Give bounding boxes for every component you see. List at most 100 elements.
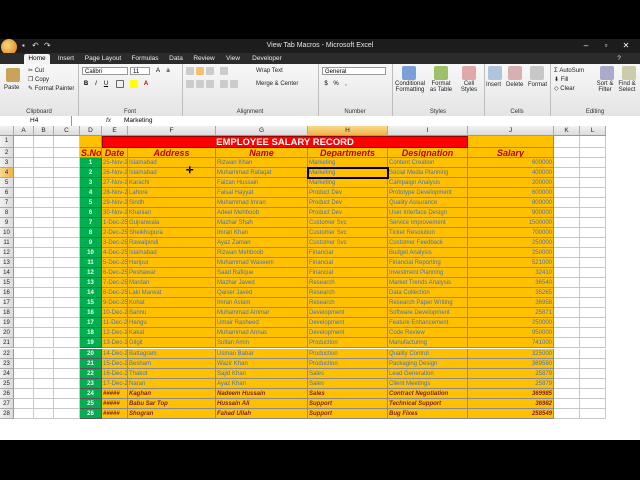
cell-sno-17[interactable]: 15 (80, 298, 102, 309)
cell-l7[interactable] (580, 197, 606, 208)
sort-filter-button[interactable]: Sort & Filter (594, 81, 616, 93)
cell-k1[interactable] (554, 136, 580, 148)
cell-department-18[interactable]: Development (308, 308, 388, 319)
fill-button[interactable]: ⬇ Fill (554, 76, 568, 84)
cell-j1[interactable] (468, 136, 554, 148)
row-header-24[interactable]: 24 (0, 368, 14, 379)
cell-b2[interactable] (34, 147, 54, 158)
cell-designation-22[interactable]: Quality Control (388, 348, 468, 359)
cell-sno-16[interactable]: 14 (80, 288, 102, 299)
column-header-f[interactable]: F (128, 126, 216, 136)
cell-name-23[interactable]: Wazir Khan (216, 358, 308, 369)
header-date[interactable]: Date (102, 147, 128, 158)
cell-department-20[interactable]: Development (308, 328, 388, 339)
cell-a19[interactable] (14, 318, 34, 329)
cell-name-3[interactable]: Rizwan Khan (216, 157, 308, 168)
cell-department-27[interactable]: Support (308, 398, 388, 409)
cell-salary-27[interactable]: 36982 (468, 398, 554, 409)
cell-sno-19[interactable]: 17 (80, 318, 102, 329)
cell-a13[interactable] (14, 258, 34, 269)
cell-k6[interactable] (554, 187, 580, 198)
cell-address-23[interactable]: Besham (128, 358, 216, 369)
select-all-corner[interactable] (0, 126, 14, 136)
cell-salary-21[interactable]: 741000 (468, 338, 554, 349)
cell-a4[interactable] (14, 167, 34, 178)
cell-name-20[interactable]: Muhammad Annas (216, 328, 308, 339)
cell-department-7[interactable]: Product Dev (308, 197, 388, 208)
cell-c6[interactable] (54, 187, 80, 198)
cell-l3[interactable] (580, 157, 606, 168)
cell-a25[interactable] (14, 378, 34, 389)
cell-department-26[interactable]: Sales (308, 388, 388, 399)
cell-c14[interactable] (54, 268, 80, 279)
cell-salary-25[interactable]: 25879 (468, 378, 554, 389)
cell-department-8[interactable]: Product Dev (308, 207, 388, 218)
cell-designation-21[interactable]: Manufacturing (388, 338, 468, 349)
cell-b11[interactable] (34, 237, 54, 248)
cell-a8[interactable] (14, 207, 34, 218)
cell-c5[interactable] (54, 177, 80, 188)
cell-k26[interactable] (554, 388, 580, 399)
cell-sno-18[interactable]: 16 (80, 308, 102, 319)
header-departments[interactable]: Departments (308, 147, 388, 158)
cell-b10[interactable] (34, 227, 54, 238)
tab-insert[interactable]: Insert (54, 54, 78, 64)
fx-icon[interactable]: fx (106, 116, 120, 126)
cell-date-20[interactable]: 12-Dec-25 (102, 328, 128, 339)
cell-b25[interactable] (34, 378, 54, 389)
cell-department-19[interactable]: Development (308, 318, 388, 329)
cell-a5[interactable] (14, 177, 34, 188)
row-header-12[interactable]: 12 (0, 248, 14, 259)
comma-icon[interactable]: , (342, 80, 350, 88)
wrap-text-button[interactable]: Wrap Text (256, 67, 283, 75)
align-middle-icon[interactable] (196, 67, 204, 75)
row-header-3[interactable]: 3 (0, 157, 14, 168)
cell-name-8[interactable]: Adeel Mehboob (216, 207, 308, 218)
cell-date-7[interactable]: 29-Nov-25 (102, 197, 128, 208)
cell-k10[interactable] (554, 227, 580, 238)
cell-b17[interactable] (34, 298, 54, 309)
cell-department-6[interactable]: Product Dev (308, 187, 388, 198)
cell-c13[interactable] (54, 258, 80, 269)
cell-department-13[interactable]: Financial (308, 258, 388, 269)
align-center-icon[interactable] (196, 80, 204, 88)
cell-b7[interactable] (34, 197, 54, 208)
cell-address-12[interactable]: Islamabad (128, 248, 216, 259)
cell-b26[interactable] (34, 388, 54, 399)
cell-k17[interactable] (554, 298, 580, 309)
cell-c20[interactable] (54, 328, 80, 339)
format-table-icon[interactable] (434, 66, 448, 80)
row-header-22[interactable]: 22 (0, 348, 14, 359)
cell-b14[interactable] (34, 268, 54, 279)
cell-b13[interactable] (34, 258, 54, 269)
cell-l12[interactable] (580, 248, 606, 259)
insert-cells-button[interactable]: Insert (486, 81, 501, 89)
cell-date-8[interactable]: 30-Nov-25 (102, 207, 128, 218)
column-header-k[interactable]: K (554, 126, 580, 136)
cell-department-28[interactable]: Support (308, 408, 388, 419)
cell-designation-11[interactable]: Customer Feedback (388, 237, 468, 248)
cell-sno-11[interactable]: 9 (80, 237, 102, 248)
cell-b20[interactable] (34, 328, 54, 339)
format-as-table-button[interactable]: Format as Table (428, 81, 454, 93)
cell-department-3[interactable]: Marketing (308, 157, 388, 168)
cell-salary-15[interactable]: 36540 (468, 278, 554, 289)
align-right-icon[interactable] (206, 80, 214, 88)
row-header-27[interactable]: 27 (0, 398, 14, 409)
cell-name-12[interactable]: Rizwan Mehboob (216, 248, 308, 259)
cell-department-12[interactable]: Financial (308, 248, 388, 259)
cell-name-22[interactable]: Usman Babar (216, 348, 308, 359)
cell-a2[interactable] (14, 147, 34, 158)
row-header-21[interactable]: 21 (0, 338, 14, 349)
cell-k20[interactable] (554, 328, 580, 339)
column-header-e[interactable]: E (102, 126, 128, 136)
cell-address-5[interactable]: Karachi (128, 177, 216, 188)
row-header-20[interactable]: 20 (0, 328, 14, 339)
cell-department-16[interactable]: Research (308, 288, 388, 299)
cell-address-25[interactable]: Naran (128, 378, 216, 389)
cell-name-14[interactable]: Saad Rafique (216, 268, 308, 279)
row-header-14[interactable]: 14 (0, 268, 14, 279)
cell-salary-8[interactable]: 900000 (468, 207, 554, 218)
row-header-16[interactable]: 16 (0, 288, 14, 299)
orientation-icon[interactable] (220, 67, 228, 75)
